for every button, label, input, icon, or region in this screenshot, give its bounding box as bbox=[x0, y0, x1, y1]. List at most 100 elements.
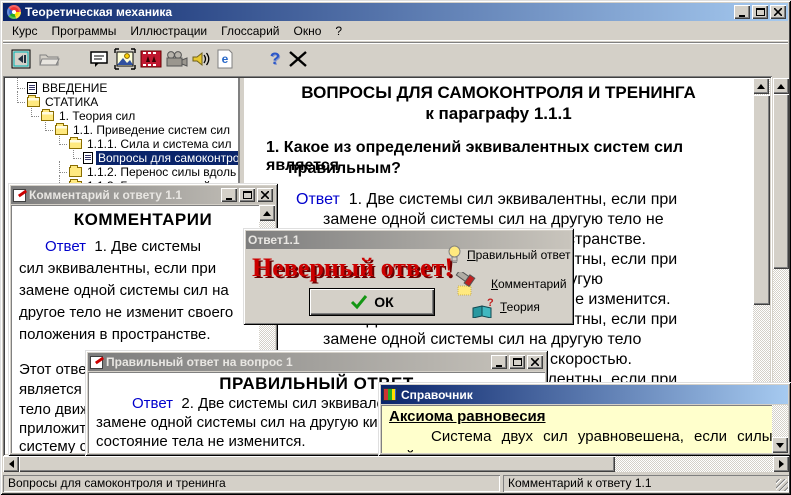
reference-line: Система двух сил уравновешена, если силы… bbox=[381, 427, 788, 447]
check-icon bbox=[350, 294, 368, 310]
picture-tool-button[interactable] bbox=[113, 47, 137, 71]
comment-heading: КОММЕНТАРИИ bbox=[11, 210, 275, 230]
tree-item-perenos-sily[interactable]: 1.1.2. Перенос силы вдоль линии bbox=[5, 165, 238, 179]
tree-item-voprosy[interactable]: Вопросы для самоконтроля и тренинга bbox=[5, 151, 238, 165]
menu-glossarij[interactable]: Глоссарий bbox=[214, 22, 286, 40]
answer-link[interactable]: Ответ bbox=[132, 395, 173, 412]
filmstrip-icon bbox=[140, 49, 162, 69]
resize-grip[interactable] bbox=[776, 479, 788, 491]
window-title: Теоретическая механика bbox=[25, 5, 172, 19]
scroll-down-button[interactable] bbox=[772, 437, 788, 453]
scroll-thumb[interactable] bbox=[773, 94, 789, 269]
answer-link[interactable]: Ответ bbox=[296, 191, 340, 208]
reference-line: действия, равные модули и противоположно… bbox=[381, 447, 788, 453]
correct-titlebar[interactable]: Правильный ответ на вопрос 1 bbox=[88, 353, 545, 371]
maximize-button[interactable] bbox=[239, 188, 255, 202]
correct-answer-option[interactable]: Правильный ответ bbox=[447, 245, 571, 264]
open-folder-icon bbox=[55, 125, 68, 135]
contents-toggle-button[interactable] bbox=[9, 47, 33, 71]
camera-icon bbox=[164, 50, 188, 68]
menubar: Курс Программы Иллюстрации Глоссарий Окн… bbox=[3, 21, 788, 41]
contents-toggle-icon bbox=[11, 49, 31, 69]
scroll-up-button[interactable] bbox=[773, 78, 789, 94]
ok-button[interactable]: ОК bbox=[309, 288, 435, 316]
app-window: Теоретическая механика Курс Программы Ил… bbox=[0, 0, 791, 495]
scroll-left-button[interactable] bbox=[3, 456, 19, 472]
minimize-button[interactable] bbox=[734, 5, 750, 19]
exit-button[interactable] bbox=[286, 47, 310, 71]
tree-item-statika[interactable]: СТАТИКА bbox=[5, 95, 238, 109]
open-folder-icon bbox=[38, 49, 60, 69]
document-icon bbox=[83, 152, 93, 164]
document-icon bbox=[27, 82, 37, 94]
close-button[interactable] bbox=[770, 5, 786, 19]
sound-tool-button[interactable] bbox=[189, 47, 213, 71]
status-left-panel: Вопросы для самоконтроля и тренинга bbox=[3, 475, 500, 492]
comment-option[interactable]: Комментарий bbox=[454, 272, 567, 296]
open-button[interactable] bbox=[37, 47, 61, 71]
scroll-thumb[interactable] bbox=[753, 95, 770, 305]
video-tool-button[interactable] bbox=[164, 47, 188, 71]
correct-window-icon bbox=[90, 356, 103, 369]
answer-line: замене одной системы сил на другую тело bbox=[323, 331, 641, 349]
scroll-up-button[interactable] bbox=[753, 78, 769, 94]
minimize-button[interactable] bbox=[491, 355, 507, 369]
close-button[interactable] bbox=[257, 188, 273, 202]
maximize-button[interactable] bbox=[509, 355, 525, 369]
tree-item-sila-i-sistema[interactable]: 1.1.1. Сила и система сил bbox=[5, 137, 238, 151]
svg-text:e: e bbox=[222, 52, 229, 66]
app-icon bbox=[7, 5, 21, 19]
doc-title: ВОПРОСЫ ДЛЯ САМОКОНТРОЛЯ И ТРЕНИНГА bbox=[244, 83, 753, 103]
exit-x-icon bbox=[288, 50, 308, 68]
answer-line: замене одной системы сил на другую тело … bbox=[323, 211, 664, 229]
reference-scrollbar[interactable] bbox=[772, 405, 788, 453]
reference-body: Аксиома равновесия Система двух сил урав… bbox=[381, 405, 788, 453]
closed-folder-icon bbox=[69, 167, 82, 177]
lightbulb-icon bbox=[447, 245, 462, 264]
maximize-button[interactable] bbox=[752, 5, 768, 19]
menu-help[interactable]: ? bbox=[328, 22, 349, 40]
comment-titlebar[interactable]: Комментарий к ответу 1.1 bbox=[11, 186, 275, 204]
book-question-icon: ? bbox=[471, 296, 495, 318]
picture-icon bbox=[114, 48, 136, 70]
flashlight-icon bbox=[454, 272, 486, 296]
comment-line: сил эквивалентны, если при bbox=[11, 258, 275, 280]
web-tool-button[interactable]: e bbox=[213, 47, 237, 71]
web-page-icon: e bbox=[215, 48, 235, 70]
menu-okno[interactable]: Окно bbox=[287, 22, 329, 40]
scroll-right-button[interactable] bbox=[773, 456, 789, 472]
menu-programmy[interactable]: Программы bbox=[45, 22, 124, 40]
status-right-panel: Комментарий к ответу 1.1 bbox=[503, 475, 789, 492]
close-icon bbox=[261, 191, 269, 199]
open-folder-icon bbox=[41, 111, 54, 121]
reference-titlebar[interactable]: Справочник bbox=[381, 385, 788, 404]
open-folder-icon bbox=[27, 97, 40, 107]
toolbar: e ? bbox=[3, 42, 788, 75]
comment-tool-button[interactable] bbox=[87, 47, 111, 71]
tree-item-teoriya-sil[interactable]: 1. Теория сил bbox=[5, 109, 238, 123]
menu-kurs[interactable]: Курс bbox=[5, 22, 45, 40]
scroll-up-button[interactable] bbox=[259, 205, 275, 221]
help-icon: ? bbox=[270, 49, 280, 69]
reference-window-icon bbox=[383, 388, 397, 401]
answer-link[interactable]: Ответ bbox=[45, 238, 86, 255]
close-button[interactable] bbox=[527, 355, 543, 369]
answer-line: Ответ 1. Две системы сил эквивалентны, е… bbox=[296, 191, 677, 209]
workspace-hscrollbar[interactable] bbox=[3, 456, 789, 472]
help-button[interactable]: ? bbox=[263, 47, 287, 71]
theory-option[interactable]: ? Теория bbox=[471, 296, 540, 318]
comment-icon bbox=[89, 49, 109, 69]
tree-item-vvedenie[interactable]: ВВЕДЕНИЕ bbox=[5, 81, 238, 95]
scroll-thumb[interactable] bbox=[19, 456, 615, 472]
reference-window: Справочник Аксиома равновесия Система дв… bbox=[378, 382, 791, 456]
open-folder-icon bbox=[69, 139, 82, 149]
question-line: правильным? bbox=[288, 160, 401, 178]
tree-item-privedenie[interactable]: 1.1. Приведение систем сил bbox=[5, 123, 238, 137]
dialog-title: Ответ1.1 bbox=[248, 233, 300, 247]
comment-line: положения в пространстве. bbox=[11, 324, 275, 346]
film-tool-button[interactable] bbox=[139, 47, 163, 71]
comment-line: Ответ 1. Две системы bbox=[11, 236, 275, 258]
minimize-button[interactable] bbox=[221, 188, 237, 202]
menu-illyustracii[interactable]: Иллюстрации bbox=[123, 22, 214, 40]
comment-line: замене одной системы сил на bbox=[11, 280, 275, 302]
